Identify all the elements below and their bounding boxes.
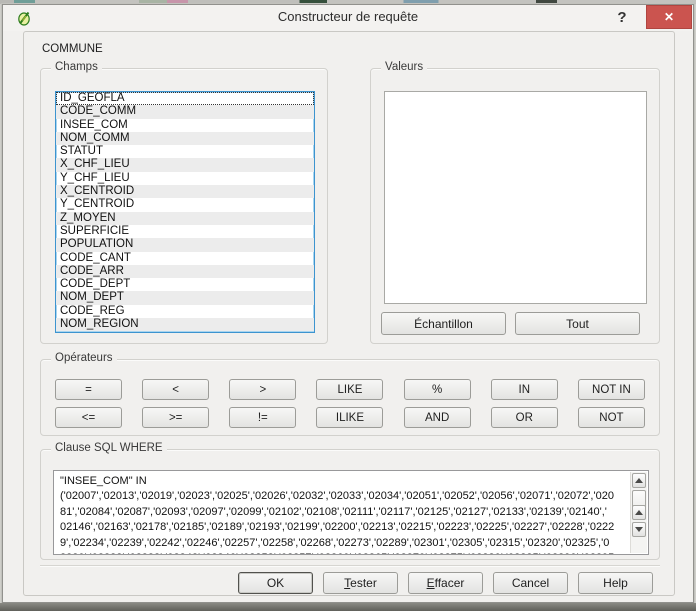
field-list-item[interactable]: X_CHF_LIEU	[56, 158, 314, 171]
sql-text-line: "INSEE_COM" IN	[60, 474, 628, 489]
sql-text-line: 2330','02333','02338','02342','02346','0…	[60, 551, 628, 554]
field-list-item[interactable]: CODE_CANT	[56, 252, 314, 265]
operators-row-1: = < > LIKE% IN NOT IN	[55, 379, 645, 400]
fields-group-label: Champs	[51, 61, 102, 73]
field-list-item[interactable]: ID_GEOFLA	[56, 92, 314, 105]
titlebar[interactable]: Constructeur de requête ? ✕	[3, 5, 693, 31]
field-list-item[interactable]: X_CENTROID	[56, 185, 314, 198]
values-groupbox: Valeurs Échantillon Tout	[370, 68, 660, 344]
field-list-item[interactable]: Z_MOYEN	[56, 212, 314, 225]
footer-button-row: OK Tester Effacer Cancel Help	[238, 572, 653, 594]
sql-text-line: 02146','02163','02178','02185','02189','…	[60, 520, 628, 535]
field-list-item[interactable]: CODE_ARR	[56, 265, 314, 278]
sql-group-label: Clause SQL WHERE	[51, 442, 167, 454]
layer-name-label: COMMUNE	[42, 43, 103, 55]
operator-button[interactable]: ILIKE	[316, 407, 383, 428]
field-list-item[interactable]: STATUT	[56, 145, 314, 158]
operators-row-2: <= >= != ILIKE AND OR NOT	[55, 407, 645, 428]
field-list-item[interactable]: Y_CHF_LIEU	[56, 172, 314, 185]
clear-button[interactable]: Effacer	[408, 572, 483, 594]
window-title: Constructeur de requête	[3, 9, 693, 24]
operators-groupbox: Opérateurs =<>LIKE%INNOT IN <=>=!=ILIKEA…	[40, 359, 660, 436]
field-list-item[interactable]: CODE_REG	[56, 305, 314, 318]
operator-button[interactable]: NOT	[578, 407, 645, 428]
operator-button[interactable]: IN	[491, 379, 558, 400]
field-list-item[interactable]: SUPERFICIE	[56, 225, 314, 238]
field-list-item[interactable]: CODE_COMM	[56, 105, 314, 118]
operator-button[interactable]: AND	[404, 407, 471, 428]
window-bottom-shadow	[0, 603, 696, 611]
values-list[interactable]	[384, 91, 647, 304]
operator-button[interactable]: NOT IN	[578, 379, 645, 400]
close-button[interactable]: ✕	[646, 5, 692, 29]
test-button[interactable]: Tester	[323, 572, 398, 594]
operator-button[interactable]: !=	[229, 407, 296, 428]
scroll-up-icon[interactable]	[632, 505, 646, 520]
help-titlebar-button[interactable]: ?	[612, 7, 632, 29]
query-builder-dialog: Constructeur de requête ? ✕ COMMUNE Cham…	[2, 4, 694, 603]
field-list-item[interactable]: Y_CENTROID	[56, 198, 314, 211]
field-list-item[interactable]: INSEE_COM	[56, 119, 314, 132]
all-values-button[interactable]: Tout	[515, 312, 640, 335]
operator-button[interactable]: >=	[142, 407, 209, 428]
vertical-scrollbar[interactable]	[630, 472, 647, 553]
sql-text-line: ('02007','02013','02019','02023','02025'…	[60, 489, 628, 504]
sql-text-line: 81','02084','02087','02093','02097','020…	[60, 505, 628, 520]
operator-button[interactable]: OR	[491, 407, 558, 428]
sql-text-line: 9','02234','02239','02242','02246','0225…	[60, 536, 628, 551]
operators-group-label: Opérateurs	[51, 352, 117, 364]
operator-button[interactable]: LIKE	[316, 379, 383, 400]
field-list-item[interactable]: NOM_DEPT	[56, 291, 314, 304]
sample-button[interactable]: Échantillon	[381, 312, 506, 335]
scroll-down-icon[interactable]	[632, 522, 646, 537]
operator-button[interactable]: =	[55, 379, 122, 400]
screen: Constructeur de requête ? ✕ COMMUNE Cham…	[0, 0, 696, 611]
operator-button[interactable]: <	[142, 379, 209, 400]
fields-list[interactable]: ID_GEOFLACODE_COMMINSEE_COMNOM_COMMSTATU…	[55, 91, 315, 333]
sql-where-textarea[interactable]: "INSEE_COM" IN('02007','02013','02019','…	[53, 470, 649, 555]
field-list-item[interactable]: CODE_DEPT	[56, 278, 314, 291]
cancel-button[interactable]: Cancel	[493, 572, 568, 594]
scroll-up-icon[interactable]	[632, 473, 646, 488]
field-list-item[interactable]: NOM_REGION	[56, 318, 314, 331]
sql-where-text: "INSEE_COM" IN('02007','02013','02019','…	[54, 471, 630, 554]
operator-button[interactable]: <=	[55, 407, 122, 428]
dialog-content-panel: COMMUNE Champs ID_GEOFLACODE_COMMINSEE_C…	[23, 31, 675, 596]
sql-where-groupbox: Clause SQL WHERE "INSEE_COM" IN('02007',…	[40, 449, 660, 560]
operator-button[interactable]: %	[404, 379, 471, 400]
help-button[interactable]: Help	[578, 572, 653, 594]
footer-separator	[40, 565, 660, 567]
operator-button[interactable]: >	[229, 379, 296, 400]
fields-groupbox: Champs ID_GEOFLACODE_COMMINSEE_COMNOM_CO…	[40, 68, 328, 344]
ok-button[interactable]: OK	[238, 572, 313, 594]
field-list-item[interactable]: POPULATION	[56, 238, 314, 251]
values-group-label: Valeurs	[381, 61, 427, 73]
field-list-item[interactable]: NOM_COMM	[56, 132, 314, 145]
